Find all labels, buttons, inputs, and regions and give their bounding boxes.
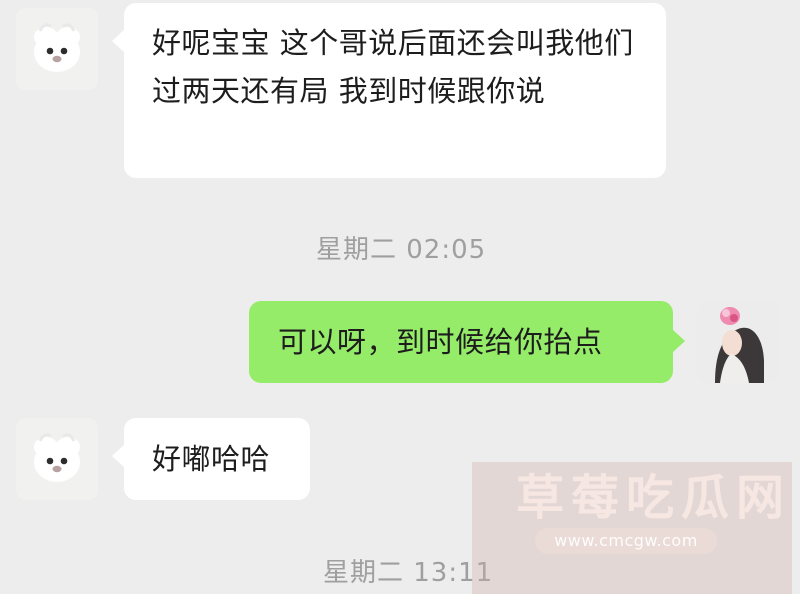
watermark-overlay: 草莓吃瓜网 www.cmcgw.com [472, 462, 792, 594]
girl-photo-avatar [697, 301, 779, 383]
incoming-message-bubble[interactable]: 好呢宝宝 这个哥说后面还会叫我他们过两天还有局 我到时候跟你说 [112, 3, 666, 178]
dog-avatar-icon [16, 418, 98, 500]
watermark-url: www.cmcgw.com [554, 531, 698, 550]
contact-avatar[interactable] [16, 8, 98, 90]
chat-window: 好呢宝宝 这个哥说后面还会叫我他们过两天还有局 我到时候跟你说 星期二 02:0… [0, 0, 800, 594]
message-timestamp: 星期二 02:05 [316, 235, 487, 265]
user-avatar[interactable] [697, 301, 779, 383]
incoming-message-text: 好呢宝宝 这个哥说后面还会叫我他们过两天还有局 我到时候跟你说 [152, 26, 634, 108]
incoming-message-text: 好嘟哈哈 [152, 442, 271, 476]
message-timestamp: 星期二 13:11 [323, 558, 494, 588]
watermark-url-pill: www.cmcgw.com [535, 528, 717, 554]
watermark-title: 草莓吃瓜网 [516, 470, 792, 526]
incoming-message-bubble[interactable]: 好嘟哈哈 [112, 418, 310, 500]
outgoing-message-bubble[interactable]: 可以呀，到时候给你抬点 [249, 301, 685, 383]
dog-avatar-icon [16, 8, 98, 90]
outgoing-message-text: 可以呀，到时候给你抬点 [278, 325, 603, 359]
contact-avatar[interactable] [16, 418, 98, 500]
